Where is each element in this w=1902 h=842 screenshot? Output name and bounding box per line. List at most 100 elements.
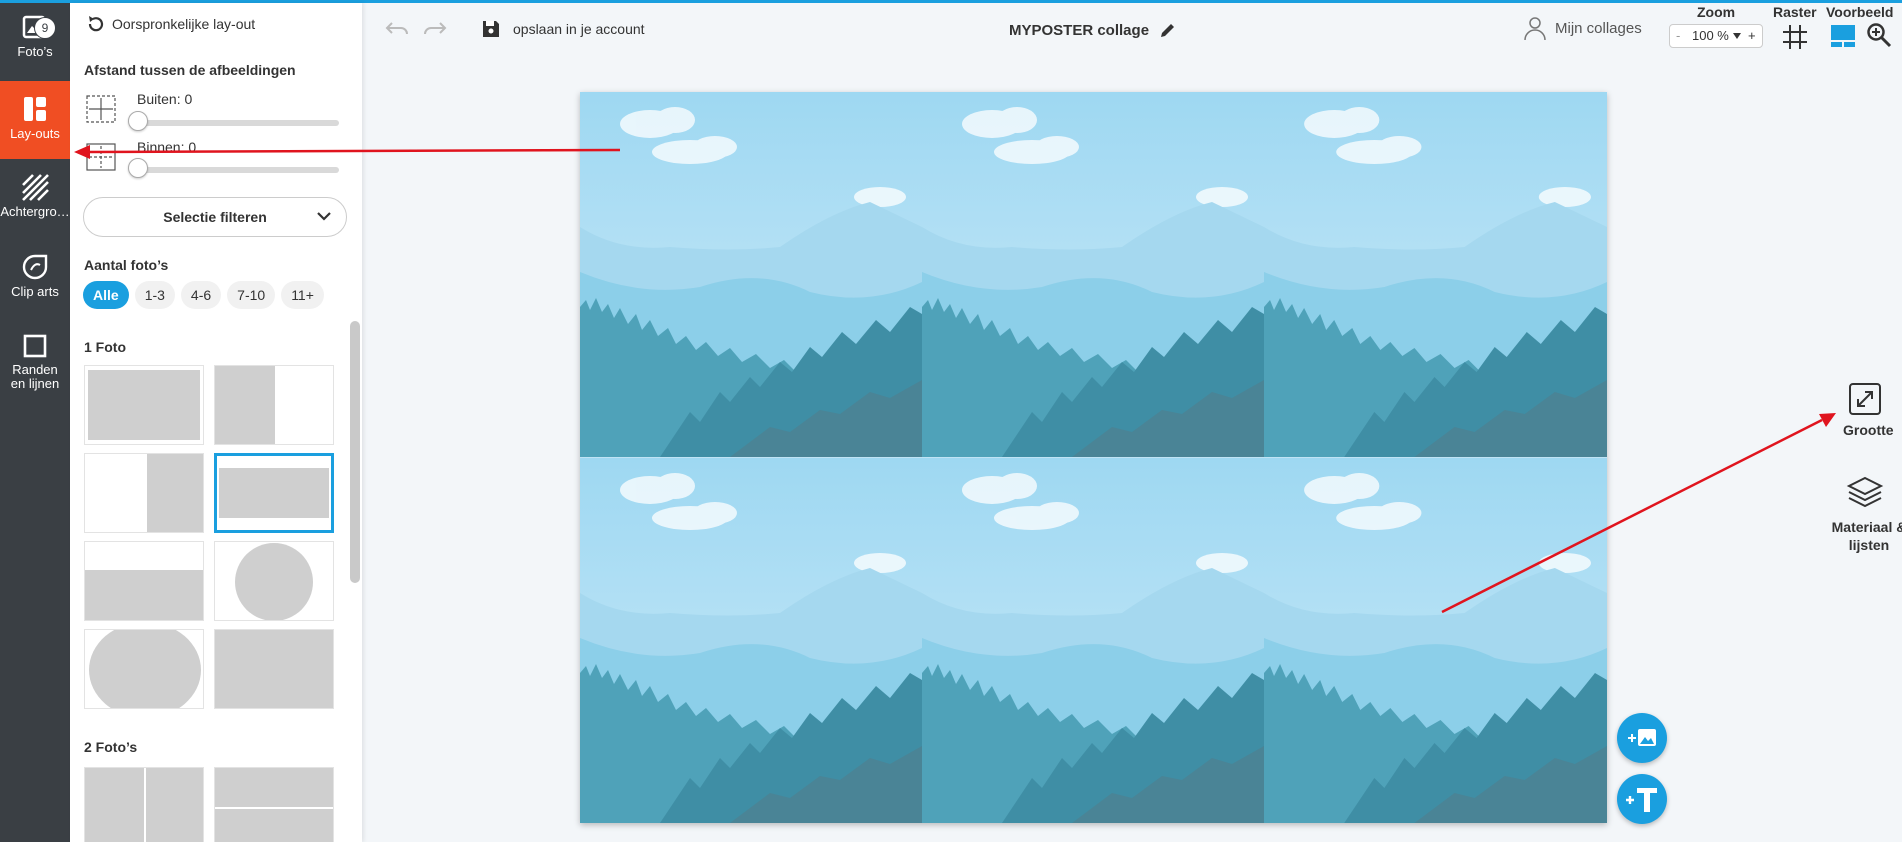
layout-thumb[interactable] (84, 365, 204, 445)
layers-icon (1846, 476, 1884, 508)
caret-down-icon (1733, 33, 1741, 39)
photo-placeholder (146, 768, 203, 842)
group-title-one-photo: 1 Foto (84, 339, 126, 355)
resize-icon (1849, 383, 1881, 415)
inner-spacing-icon (86, 143, 116, 171)
zoom-label: Zoom (1697, 4, 1736, 20)
sidebar-item-borders[interactable]: Randen en lijnen (0, 333, 70, 403)
panel-scrollbar[interactable] (350, 321, 360, 583)
outer-spacing-handle[interactable] (128, 111, 148, 131)
undo-arrow-icon (88, 16, 104, 32)
sidebar-item-backgrounds[interactable]: Achtergro… (0, 173, 70, 243)
layout-thumb[interactable] (214, 365, 334, 445)
sidebar-item-label: Randen en lijnen (10, 362, 60, 391)
collage-title[interactable]: MYPOSTER collage (1009, 21, 1177, 39)
chip-4-6[interactable]: 4-6 (180, 281, 222, 309)
layout-thumb-selected[interactable] (214, 453, 334, 533)
sidebar-item-label: Lay-outs (10, 126, 60, 141)
photo-cell[interactable] (922, 92, 1264, 457)
undo-icon[interactable] (385, 20, 411, 38)
sidebar-item-label: Achtergro… (0, 204, 70, 219)
photo-placeholder (219, 468, 329, 518)
my-collages-label: Mijn collages (1555, 19, 1642, 37)
layout-panel: Oorspronkelijke lay-out Afstand tussen d… (70, 3, 362, 842)
photo-cell[interactable] (580, 458, 922, 823)
my-collages-button[interactable]: Mijn collages (1523, 15, 1642, 41)
zoom-value[interactable]: 100 % (1692, 25, 1729, 47)
photo-cell[interactable] (580, 92, 922, 457)
reset-layout-label: Oorspronkelijke lay-out (112, 16, 256, 32)
photo-cell[interactable] (1264, 458, 1607, 823)
redo-icon[interactable] (421, 20, 447, 38)
sidebar-item-photos[interactable]: 9 Foto’s (0, 11, 70, 77)
layout-thumb[interactable] (84, 767, 204, 842)
preview-label: Voorbeeld (1826, 4, 1894, 20)
outer-spacing-slider[interactable] (137, 120, 339, 126)
layout-thumb[interactable] (84, 453, 204, 533)
save-label: opslaan in je account (513, 21, 645, 37)
size-button[interactable]: Grootte (1838, 382, 1902, 438)
zoom-out-button[interactable]: - (1676, 25, 1680, 47)
photo-placeholder (88, 370, 200, 440)
layout-thumb[interactable] (84, 541, 204, 621)
inner-spacing-slider[interactable] (137, 167, 339, 173)
collage-canvas[interactable] (580, 92, 1607, 823)
photo-placeholder (215, 630, 333, 708)
grid-label: Raster (1773, 4, 1817, 20)
filter-selection-label: Selectie filteren (163, 209, 267, 225)
photo-placeholder (85, 570, 203, 620)
inner-spacing-handle[interactable] (128, 158, 148, 178)
sidebar-item-clip-arts[interactable]: Clip arts (0, 253, 70, 323)
zoom-magnifier-icon[interactable] (1866, 22, 1892, 48)
photo-count-title: Aantal foto’s (84, 257, 169, 273)
pencil-edit-icon[interactable] (1159, 21, 1177, 39)
chip-all[interactable]: Alle (83, 281, 129, 309)
filter-selection-button[interactable]: Selectie filteren (83, 197, 347, 237)
add-text-icon (1626, 788, 1657, 812)
layout-thumb[interactable] (214, 629, 334, 709)
photo-placeholder (85, 768, 144, 842)
photo-placeholder-circle (235, 543, 313, 620)
add-image-icon (1628, 729, 1656, 746)
photo-placeholder (215, 366, 275, 444)
preview-layout-icon[interactable] (1830, 24, 1856, 48)
inner-spacing-label: Binnen: 0 (137, 139, 197, 155)
outer-spacing-label: Buiten: 0 (137, 91, 193, 107)
grid-icon[interactable] (1782, 24, 1808, 50)
layout-thumb[interactable] (84, 629, 204, 709)
reset-layout-button[interactable]: Oorspronkelijke lay-out (86, 14, 255, 34)
photo-count-badge: 9 (34, 17, 56, 39)
floppy-disk-icon (483, 21, 499, 37)
photo-placeholder (215, 768, 333, 807)
chip-1-3[interactable]: 1-3 (134, 281, 175, 309)
photo-cell[interactable] (922, 458, 1264, 823)
layouts-icon (24, 97, 46, 121)
add-photo-button[interactable] (1617, 713, 1667, 763)
photo-cell[interactable] (1264, 92, 1607, 457)
add-text-button[interactable] (1617, 774, 1667, 824)
photo-placeholder (215, 809, 333, 842)
sidebar-item-layouts[interactable]: Lay-outs (0, 81, 70, 159)
zoom-in-button[interactable]: + (1748, 25, 1756, 47)
sidebar-item-label: Foto’s (17, 44, 53, 59)
photo-placeholder-ellipse (89, 630, 201, 708)
chip-7-10[interactable]: 7-10 (227, 281, 276, 309)
save-to-account-button[interactable]: opslaan in je account (481, 19, 645, 39)
spacing-title: Afstand tussen de afbeeldingen (84, 62, 296, 78)
group-title-two-photos: 2 Foto’s (84, 739, 138, 755)
material-label: Materiaal & lijsten (1831, 519, 1902, 553)
sidebar-item-label: Clip arts (11, 284, 59, 299)
border-frame-icon (23, 334, 47, 358)
layout-thumb[interactable] (214, 541, 334, 621)
layout-thumb[interactable] (214, 767, 334, 842)
chip-11-plus[interactable]: 11+ (281, 281, 324, 309)
material-frames-button[interactable]: Materiaal & lijsten (1826, 474, 1902, 554)
size-label: Grootte (1843, 422, 1894, 438)
background-hatch-icon (22, 174, 49, 201)
zoom-control[interactable]: - 100 % + (1669, 24, 1763, 48)
photo-placeholder (147, 454, 203, 532)
user-icon (1524, 17, 1546, 41)
left-icon-rail: 9 Foto’s Lay-outs Achtergro… Clip arts R… (0, 3, 70, 842)
clip-art-icon (22, 254, 48, 280)
photo-count-filters: Alle 1-3 4-6 7-10 11+ (83, 281, 324, 309)
